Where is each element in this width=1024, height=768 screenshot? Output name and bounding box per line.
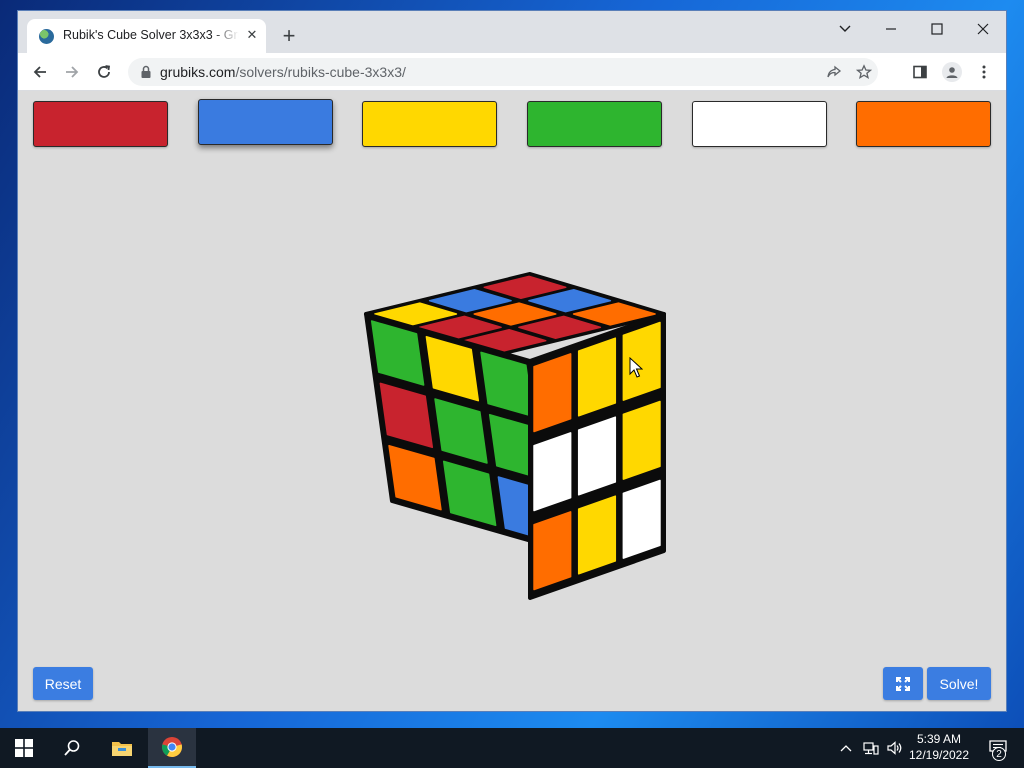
mouse-cursor-icon <box>629 357 643 378</box>
tab-close-icon[interactable]: ✕ <box>243 26 261 44</box>
speaker-icon <box>887 741 902 755</box>
sticker-right-0-0[interactable] <box>533 353 572 433</box>
more-vert-icon <box>982 65 986 79</box>
person-icon <box>946 67 958 78</box>
share-icon <box>827 65 842 78</box>
arrow-right-icon <box>66 66 79 78</box>
profile-button[interactable] <box>938 58 966 86</box>
browser-toolbar: grubiks.com/solvers/rubiks-cube-3x3x3/ <box>18 53 1006 91</box>
volume-button[interactable] <box>884 728 906 768</box>
address-bar[interactable]: grubiks.com/solvers/rubiks-cube-3x3x3/ <box>128 58 878 86</box>
fullscreen-button[interactable] <box>883 667 923 700</box>
solve-button[interactable]: Solve! <box>927 667 991 700</box>
file-explorer-button[interactable] <box>98 728 146 768</box>
reload-icon <box>98 65 111 78</box>
fullscreen-icon <box>896 676 910 691</box>
tab-title: Rubik's Cube Solver 3x3x3 - Grubiks <box>63 28 239 42</box>
network-button[interactable] <box>860 728 882 768</box>
back-button[interactable] <box>26 58 54 86</box>
folder-icon <box>112 742 132 756</box>
forward-button[interactable] <box>58 58 86 86</box>
show-hidden-icons-button[interactable] <box>836 728 856 768</box>
new-tab-button[interactable]: + <box>277 25 301 49</box>
arrow-left-icon <box>33 66 46 78</box>
sticker-right-1-2[interactable] <box>622 400 661 480</box>
sticker-right-2-2[interactable] <box>622 479 661 559</box>
avatar <box>942 62 962 82</box>
bookmark-button[interactable] <box>850 58 878 86</box>
color-swatch-orange[interactable] <box>856 101 991 147</box>
chrome-taskbar-button[interactable] <box>148 728 196 768</box>
sticker-right-2-0[interactable] <box>533 511 572 591</box>
chrome-icon <box>161 737 183 758</box>
sticker-right-1-0[interactable] <box>533 432 572 512</box>
close-window-button[interactable] <box>960 15 1006 43</box>
share-button[interactable] <box>820 58 848 86</box>
rubiks-cube[interactable] <box>348 271 678 601</box>
lock-icon <box>141 65 151 78</box>
color-swatch-yellow[interactable] <box>362 101 497 147</box>
tab-search-button[interactable] <box>822 15 868 43</box>
globe-icon <box>39 29 54 44</box>
minimize-button[interactable] <box>868 15 914 43</box>
clock-time: 5:39 AM <box>916 732 962 746</box>
taskbar-search-button[interactable] <box>48 728 96 768</box>
menu-button[interactable] <box>970 58 998 86</box>
browser-window: Rubik's Cube Solver 3x3x3 - Grubiks ✕ + <box>17 10 1007 712</box>
network-icon <box>863 742 879 755</box>
clock-date: 12/19/2022 <box>908 748 970 762</box>
tab-strip: Rubik's Cube Solver 3x3x3 - Grubiks ✕ + <box>18 11 1006 53</box>
windows-logo-icon <box>15 739 33 757</box>
url-text: grubiks.com/solvers/rubiks-cube-3x3x3/ <box>160 64 406 80</box>
color-swatch-blue[interactable] <box>198 99 333 145</box>
cube-canvas[interactable] <box>348 271 678 601</box>
search-icon <box>64 740 80 756</box>
maximize-button[interactable] <box>914 15 960 43</box>
start-button[interactable] <box>0 728 48 768</box>
sticker-right-2-1[interactable] <box>577 495 617 575</box>
solver-page: Reset Solve! <box>18 91 1006 711</box>
notification-count-badge: 2 <box>992 747 1006 761</box>
reload-button[interactable] <box>90 58 118 86</box>
sticker-right-1-1[interactable] <box>577 416 617 496</box>
color-swatch-red[interactable] <box>33 101 168 147</box>
taskbar: 5:39 AM 12/19/2022 2 <box>0 728 1024 768</box>
side-panel-icon <box>913 65 927 79</box>
sticker-right-0-1[interactable] <box>577 337 617 417</box>
chevron-up-icon <box>840 745 852 752</box>
reset-button[interactable]: Reset <box>33 667 93 700</box>
star-icon <box>856 64 872 79</box>
side-panel-button[interactable] <box>906 58 934 86</box>
taskbar-clock[interactable]: 5:39 AM 12/19/2022 <box>908 731 970 763</box>
browser-tab[interactable]: Rubik's Cube Solver 3x3x3 - Grubiks ✕ <box>27 19 266 53</box>
color-swatch-green[interactable] <box>527 101 662 147</box>
color-swatch-white[interactable] <box>692 101 827 147</box>
url-path: /solvers/rubiks-cube-3x3x3/ <box>235 64 406 80</box>
url-host: grubiks.com <box>160 64 236 80</box>
